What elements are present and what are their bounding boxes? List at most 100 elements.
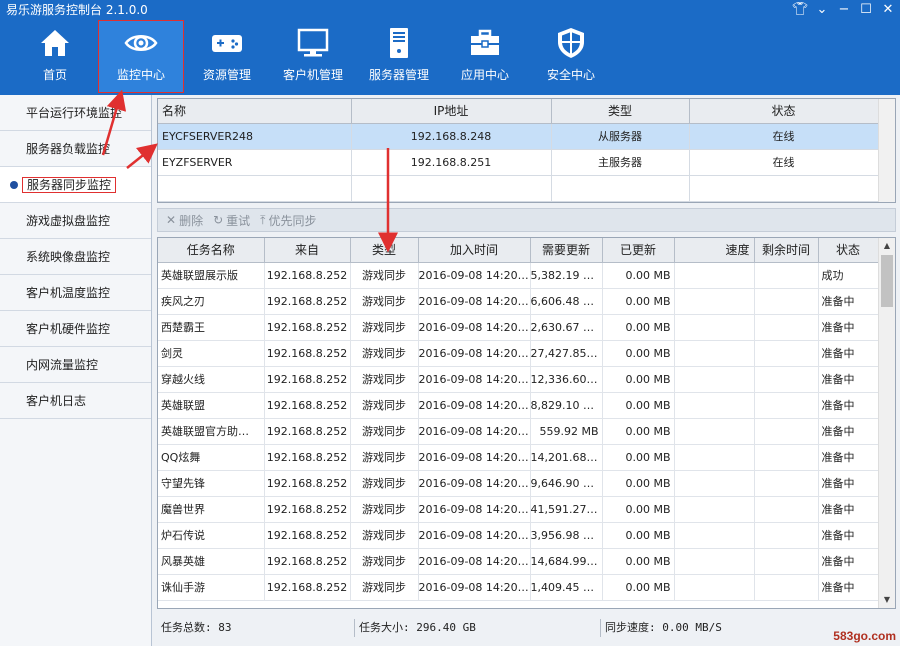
task-name-cell: 英雄联盟官方助… [158,418,265,445]
table-row[interactable]: 英雄联盟 192.168.8.252 游戏同步 2016-09-08 14:20:22… [158,392,879,419]
server-row[interactable]: EYCFSERVER248 192.168.8.248 从服务器 在线 [158,123,879,150]
server-row-empty [158,175,879,202]
retry-button[interactable]: ↻ 重试 [213,212,250,229]
task-type-cell: 游戏同步 [350,288,419,315]
table-row[interactable]: 英雄联盟官方助… 192.168.8.252 游戏同步 2016-09-08 14:2… [158,418,879,445]
column-header-status[interactable]: 状态 [689,99,879,124]
toolbar-home-button[interactable]: 首页 [12,20,98,93]
sidebar-item-client-temp[interactable]: 客户机温度监控 [0,275,151,311]
task-time-cell: 2016-09-08 14:20:22 [418,314,531,341]
column-header-name[interactable]: 名称 [158,99,352,124]
table-row[interactable]: 疾风之刃 192.168.8.252 游戏同步 2016-09-08 14:20:22… [158,288,879,315]
scroll-up-icon[interactable]: ▲ [879,238,895,254]
delete-button[interactable]: ✕ 删除 [166,212,203,229]
task-speed-cell [674,574,755,601]
menu-chevron-down-icon[interactable]: ⌄ [814,0,830,20]
column-header-task-name[interactable]: 任务名称 [158,238,265,263]
scroll-down-icon[interactable]: ▼ [879,592,895,608]
table-row[interactable]: 魔兽世界 192.168.8.252 游戏同步 2016-09-08 14:20:22… [158,496,879,523]
task-time-cell: 2016-09-08 14:20:22 [418,392,531,419]
close-icon[interactable]: ✕ [880,0,896,20]
table-row[interactable]: 剑灵 192.168.8.252 游戏同步 2016-09-08 14:20:22 27… [158,340,879,367]
toolbar-security-button[interactable]: 安全中心 [528,20,614,93]
toolbar-server-button[interactable]: 服务器管理 [356,20,442,93]
table-row[interactable]: 炉石传说 192.168.8.252 游戏同步 2016-09-08 14:20:22… [158,522,879,549]
task-remaining-cell [754,392,819,419]
toolbar-server-label: 服务器管理 [368,68,429,82]
task-updated-cell: 0.00 MB [602,444,675,471]
refresh-icon: ↻ [213,213,224,227]
column-header-added-time[interactable]: 加入时间 [418,238,531,263]
server-name-cell: EYCFSERVER248 [158,123,352,150]
task-remaining-cell [754,366,819,393]
delete-label: 删除 [179,213,204,228]
task-updated-cell: 0.00 MB [602,574,675,601]
table-row[interactable]: 风暴英雄 192.168.8.252 游戏同步 2016-09-08 14:20:22… [158,548,879,575]
task-speed-cell [674,262,755,289]
table-row[interactable]: 英雄联盟展示版 192.168.8.252 游戏同步 2016-09-08 14:20… [158,262,879,289]
task-from-cell: 192.168.8.252 [264,444,351,471]
task-time-cell: 2016-09-08 14:20:22 [418,548,531,575]
column-header-updated[interactable]: 已更新 [602,238,675,263]
column-header-speed[interactable]: 速度 [674,238,755,263]
task-status-cell: 准备中 [818,496,879,523]
task-status-cell: 准备中 [818,314,879,341]
toolbar-monitor-center-button[interactable]: 监控中心 [98,20,184,93]
task-from-cell: 192.168.8.252 [264,548,351,575]
eye-icon [124,26,158,60]
scroll-thumb[interactable] [881,255,893,307]
task-speed-cell [674,392,755,419]
task-type-cell: 游戏同步 [350,522,419,549]
column-header-from[interactable]: 来自 [264,238,351,263]
sidebar-item-server-load[interactable]: 服务器负载监控 [0,131,151,167]
task-need-update-cell: 14,684.99 MB [530,548,603,575]
server-table-header: 名称 IP地址 类型 状态 [158,99,879,124]
sidebar-item-lan-traffic[interactable]: 内网流量监控 [0,347,151,383]
sidebar-item-client-hardware[interactable]: 客户机硬件监控 [0,311,151,347]
task-from-cell: 192.168.8.252 [264,470,351,497]
task-remaining-cell [754,470,819,497]
sidebar-item-platform-env[interactable]: 平台运行环境监控 [0,95,151,131]
sidebar-item-server-sync[interactable]: 服务器同步监控 [0,167,151,203]
task-time-cell: 2016-09-08 14:20:22 [418,340,531,367]
toolbar-app-center-label: 应用中心 [460,68,509,82]
task-speed-cell [674,470,755,497]
table-row[interactable]: 穿越火线 192.168.8.252 游戏同步 2016-09-08 14:20:22… [158,366,879,393]
column-header-remaining[interactable]: 剩余时间 [754,238,819,263]
column-header-type[interactable]: 类型 [350,238,419,263]
app-title: 易乐游服务控制台 2.1.0.0 [6,3,148,17]
task-from-cell: 192.168.8.252 [264,522,351,549]
window-controls: 👕︎ ⌄ − ☐ ✕ [792,0,896,20]
task-table-scrollbar[interactable]: ▲ ▼ [878,238,895,608]
monitor-icon [296,26,330,60]
table-row[interactable]: 西楚霸王 192.168.8.252 游戏同步 2016-09-08 14:20:22… [158,314,879,341]
task-remaining-cell [754,574,819,601]
task-need-update-cell: 1,409.45 MB [530,574,603,601]
sidebar-item-system-image[interactable]: 系统映像盘监控 [0,239,151,275]
minimize-icon[interactable]: − [836,0,852,20]
server-row[interactable]: EYZFSERVER 192.168.8.251 主服务器 在线 [158,149,879,176]
toolbar-resource-button[interactable]: 资源管理 [184,20,270,93]
column-header-ip[interactable]: IP地址 [351,99,552,124]
server-table-scrollbar[interactable] [878,99,895,202]
toolbar-client-button[interactable]: 客户机管理 [270,20,356,93]
toolbar-app-center-button[interactable]: 应用中心 [442,20,528,93]
task-time-cell: 2016-09-08 14:20:22 [418,444,531,471]
task-type-cell: 游戏同步 [350,366,419,393]
table-row[interactable]: 诛仙手游 192.168.8.252 游戏同步 2016-09-08 14:20:22… [158,574,879,601]
column-header-need-update[interactable]: 需要更新 [530,238,603,263]
column-header-status[interactable]: 状态 [818,238,879,263]
task-status-cell: 准备中 [818,444,879,471]
task-status-cell: 准备中 [818,548,879,575]
skin-icon[interactable]: 👕︎ [792,0,809,20]
sidebar-item-client-log[interactable]: 客户机日志 [0,383,151,419]
sidebar-item-game-vdisk[interactable]: 游戏虚拟盘监控 [0,203,151,239]
task-from-cell: 192.168.8.252 [264,574,351,601]
table-row[interactable]: 守望先锋 192.168.8.252 游戏同步 2016-09-08 14:20:22… [158,470,879,497]
column-header-type[interactable]: 类型 [551,99,690,124]
priority-sync-button[interactable]: ⤒ 优先同步 [260,212,316,229]
top-bar: 易乐游服务控制台 2.1.0.0 👕︎ ⌄ − ☐ ✕ 首页 监控中心 资源管理 [0,0,900,95]
maximize-icon[interactable]: ☐ [858,0,874,20]
task-speed-cell [674,444,755,471]
table-row[interactable]: QQ炫舞 192.168.8.252 游戏同步 2016-09-08 14:20:22… [158,444,879,471]
